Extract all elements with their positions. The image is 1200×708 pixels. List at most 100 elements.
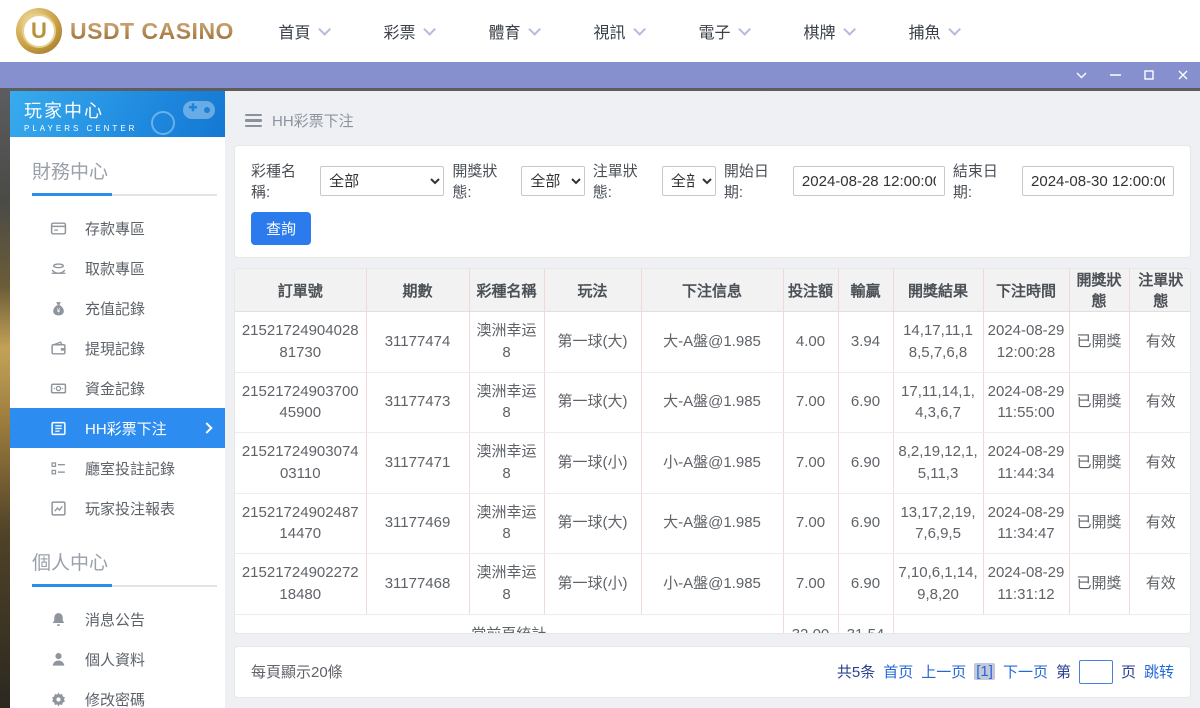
- table-cell: 2024-08-29 11:55:00: [983, 372, 1069, 433]
- jump-button[interactable]: 跳转: [1144, 661, 1174, 682]
- hall-list-icon: [50, 459, 68, 477]
- table-cell: 13,17,2,19,7,6,9,5: [893, 493, 983, 554]
- chevron-down-icon: [948, 23, 961, 36]
- gamepad-decoration-icon: [149, 95, 219, 135]
- next-page-link[interactable]: 下一页: [1003, 661, 1048, 682]
- table-cell: 2024-08-29 11:34:47: [983, 493, 1069, 554]
- sidebar-item-0-7[interactable]: 玩家投注報表: [10, 488, 225, 528]
- table-cell: 澳洲幸运8: [469, 312, 544, 373]
- summary-cell: 32.00: [783, 614, 838, 634]
- sidebar-item-label: 存款專區: [85, 218, 145, 239]
- sidebar-item-label: 個人資料: [85, 649, 145, 670]
- sidebar-item-0-5[interactable]: HH彩票下注: [10, 408, 225, 448]
- nav-item-5[interactable]: 電子: [670, 19, 775, 43]
- report-chart-icon: [50, 499, 68, 517]
- announcement-bell-icon: [50, 610, 68, 628]
- table-cell: 有效: [1129, 372, 1191, 433]
- table-cell: 4.00: [783, 312, 838, 373]
- window-collapse-button[interactable]: [1064, 62, 1098, 88]
- sidebar-item-0-0[interactable]: 存款專區: [10, 208, 225, 248]
- table-cell: 大-A盤@1.985: [641, 493, 783, 554]
- sidebar-item-label: 資金記錄: [85, 378, 145, 399]
- search-button[interactable]: 查詢: [251, 212, 311, 245]
- window-maximize-button[interactable]: [1132, 62, 1166, 88]
- table-cell: 6.90: [838, 372, 893, 433]
- nav-item-label: 捕魚: [908, 19, 940, 43]
- table-cell: 第一球(大): [544, 312, 641, 373]
- sidebar: 玩家中心 PLAYERS CENTER 財務中心存款專區取款專區¥充值記錄提現記…: [10, 91, 225, 708]
- sidebar-item-label: 修改密碼: [85, 689, 145, 708]
- sidebar-item-0-6[interactable]: 廳室投註記錄: [10, 448, 225, 488]
- table-cell: 7.00: [783, 554, 838, 615]
- table-cell: 31177473: [366, 372, 469, 433]
- lottery-select[interactable]: 全部: [320, 166, 444, 196]
- total-count-label: 共5条: [837, 661, 875, 682]
- sidebar-item-0-4[interactable]: 資金記錄: [10, 368, 225, 408]
- sidebar-item-1-1[interactable]: 個人資料: [10, 639, 225, 679]
- sidebar-item-0-3[interactable]: 提現記錄: [10, 328, 225, 368]
- table-cell: 2152172490370045900: [235, 372, 366, 433]
- withdraw-hand-icon: [50, 259, 68, 277]
- start-date-input[interactable]: [793, 166, 945, 196]
- menu-toggle-icon[interactable]: [245, 114, 262, 128]
- draw-status-select[interactable]: 全部: [521, 166, 584, 196]
- table-cell: 小-A盤@1.985: [641, 433, 783, 494]
- table-cell: 7.00: [783, 372, 838, 433]
- table-row-1: 215217249040288173031177474澳洲幸运8第一球(大)大-…: [235, 312, 1191, 373]
- brand-title: USDT CASINO: [70, 18, 234, 45]
- page-number-input[interactable]: [1079, 660, 1113, 684]
- first-page-link[interactable]: 首页: [883, 661, 913, 682]
- sidebar-item-0-2[interactable]: ¥充值記錄: [10, 288, 225, 328]
- table-cell: 7.00: [783, 433, 838, 494]
- table-header-cell: 投注額: [783, 269, 838, 312]
- table-row-3: 215217249030740311031177471澳洲幸运8第一球(小)小-…: [235, 433, 1191, 494]
- nav-item-6[interactable]: 棋牌: [775, 19, 880, 43]
- table-cell: 大-A盤@1.985: [641, 312, 783, 373]
- draw-status-label: 開獎狀態:: [452, 160, 513, 202]
- nav-item-label: 視訊: [593, 19, 625, 43]
- sidebar-item-1-0[interactable]: 消息公告: [10, 599, 225, 639]
- bet-status-label: 注單狀態:: [593, 160, 654, 202]
- summary-cell: 當前頁統計: [235, 614, 783, 634]
- section-divider: [32, 194, 217, 196]
- sidebar-section-title: 個人中心: [10, 528, 225, 585]
- window-close-button[interactable]: [1166, 62, 1200, 88]
- nav-item-3[interactable]: 體育: [460, 19, 565, 43]
- bet-status-select[interactable]: 全部: [662, 166, 716, 196]
- table-header-cell: 下注信息: [641, 269, 783, 312]
- usdt-coin-icon: U: [16, 8, 62, 54]
- table-cell: 已開獎: [1069, 433, 1129, 494]
- table-cell: 第一球(大): [544, 372, 641, 433]
- sidebar-item-1-2[interactable]: 修改密碼: [10, 679, 225, 708]
- table-cell: 澳洲幸运8: [469, 554, 544, 615]
- chevron-right-icon: [201, 422, 212, 433]
- table-cell: 第一球(小): [544, 433, 641, 494]
- chevron-down-icon: [843, 23, 856, 36]
- chevron-down-icon: [1076, 72, 1087, 79]
- table-cell: 2024-08-29 11:44:34: [983, 433, 1069, 494]
- nav-item-1[interactable]: 首頁: [250, 19, 355, 43]
- table-cell: 已開獎: [1069, 312, 1129, 373]
- nav-item-2[interactable]: 彩票: [355, 19, 460, 43]
- nav-item-4[interactable]: 視訊: [565, 19, 670, 43]
- window-titlebar: [0, 62, 1200, 88]
- table-header-cell: 彩種名稱: [469, 269, 544, 312]
- brand-logo[interactable]: U USDT CASINO: [0, 8, 250, 54]
- nav-item-label: 電子: [698, 19, 730, 43]
- sidebar-item-label: 玩家投注報表: [85, 498, 175, 519]
- table-body: 215217249040288173031177474澳洲幸运8第一球(大)大-…: [235, 312, 1191, 634]
- end-date-input[interactable]: [1022, 166, 1174, 196]
- top-navbar: U USDT CASINO 首頁彩票體育 視訊 電子 棋牌 捕魚: [0, 0, 1200, 62]
- sidebar-item-0-1[interactable]: 取款專區: [10, 248, 225, 288]
- table-cell: 2152172490307403110: [235, 433, 366, 494]
- nav-item-7[interactable]: 捕魚: [880, 19, 985, 43]
- lottery-name-label: 彩種名稱:: [251, 160, 312, 202]
- table-header-cell: 玩法: [544, 269, 641, 312]
- table-header-cell: 輸贏: [838, 269, 893, 312]
- jump-suffix-label: 页: [1121, 661, 1136, 682]
- window-minimize-button[interactable]: [1098, 62, 1132, 88]
- profile-person-icon: [50, 650, 68, 668]
- prev-page-link[interactable]: 上一页: [921, 661, 966, 682]
- table-cell: 已開獎: [1069, 493, 1129, 554]
- sidebar-item-label: 提現記錄: [85, 338, 145, 359]
